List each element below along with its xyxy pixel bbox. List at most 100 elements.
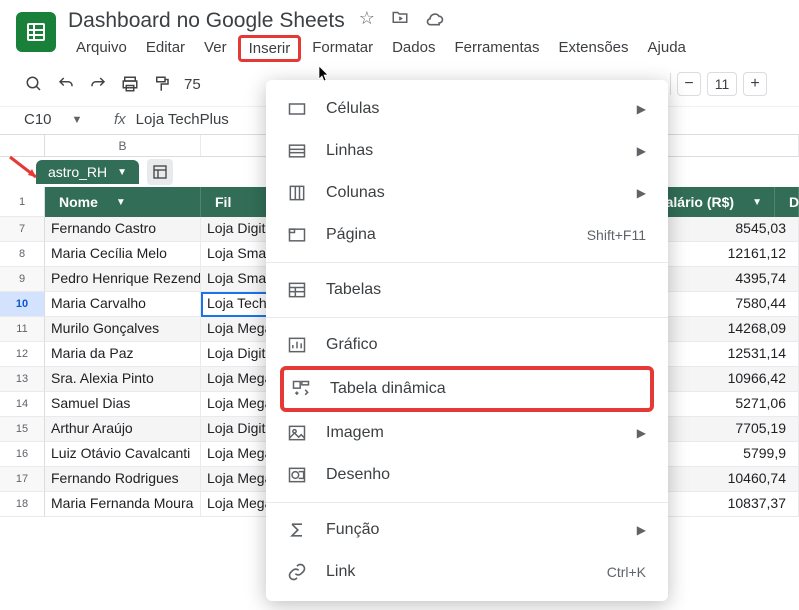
cell-nome[interactable]: Fernando Castro: [45, 217, 201, 242]
cell-nome[interactable]: Samuel Dias: [45, 392, 201, 417]
undo-icon[interactable]: [56, 74, 76, 94]
cell-filial[interactable]: Loja Smart: [201, 267, 269, 292]
cell-nome[interactable]: Maria Fernanda Moura: [45, 492, 201, 517]
submenu-arrow-icon: ▶: [637, 523, 646, 537]
font-size-value[interactable]: 11: [707, 72, 737, 96]
cell-filial[interactable]: Loja TechP: [201, 292, 269, 317]
cell-filial[interactable]: Loja Mega: [201, 467, 269, 492]
chart-icon: [286, 334, 308, 356]
search-icon[interactable]: [24, 74, 44, 94]
sheets-logo-icon[interactable]: [16, 12, 56, 52]
paint-format-icon[interactable]: [152, 74, 172, 94]
column-header-data[interactable]: D: [775, 187, 799, 217]
menu-item-rows[interactable]: Linhas▶: [266, 130, 668, 172]
menu-item-drawing[interactable]: Desenho: [266, 454, 668, 496]
font-size-decrease[interactable]: −: [677, 72, 701, 96]
cell-nome[interactable]: Maria da Paz: [45, 342, 201, 367]
font-size-increase[interactable]: +: [743, 72, 767, 96]
table-chip[interactable]: astro_RH ▼: [36, 160, 139, 184]
row-header[interactable]: 18: [0, 492, 45, 517]
menu-item-label: Colunas: [326, 184, 385, 202]
select-all-corner[interactable]: [0, 135, 45, 156]
menu-dados[interactable]: Dados: [384, 35, 443, 62]
menu-item-cols[interactable]: Colunas▶: [266, 172, 668, 214]
column-header-c[interactable]: [201, 135, 269, 156]
cell-nome[interactable]: Maria Carvalho: [45, 292, 201, 317]
chevron-down-icon[interactable]: ▼: [72, 114, 83, 126]
cell-filial[interactable]: Loja Mega: [201, 442, 269, 467]
cells-icon: [286, 98, 308, 120]
menu-ver[interactable]: Ver: [196, 35, 235, 62]
menu-editar[interactable]: Editar: [138, 35, 193, 62]
row-header[interactable]: 11: [0, 317, 45, 342]
menu-item-label: Linhas: [326, 142, 373, 160]
cols-icon: [286, 182, 308, 204]
menu-item-pivot[interactable]: Tabela dinâmica: [280, 366, 654, 412]
menu-item-table[interactable]: Tabelas: [266, 269, 668, 311]
column-header-b[interactable]: B: [45, 135, 201, 156]
cell-filial[interactable]: Loja Mega: [201, 317, 269, 342]
cell-filial[interactable]: Loja Digita: [201, 342, 269, 367]
row-header[interactable]: 9: [0, 267, 45, 292]
cell-filial[interactable]: Loja Mega: [201, 392, 269, 417]
redo-icon[interactable]: [88, 74, 108, 94]
menu-item-cells[interactable]: Células▶: [266, 88, 668, 130]
row-header[interactable]: 8: [0, 242, 45, 267]
row-header[interactable]: 16: [0, 442, 45, 467]
cell-nome[interactable]: Fernando Rodrigues: [45, 467, 201, 492]
row-header[interactable]: 12: [0, 342, 45, 367]
menu-item-image[interactable]: Imagem▶: [266, 412, 668, 454]
menu-item-sigma[interactable]: Função▶: [266, 509, 668, 551]
move-folder-icon[interactable]: [391, 8, 409, 33]
menu-item-link[interactable]: LinkCtrl+K: [266, 551, 668, 593]
cell-filial[interactable]: Loja Digita: [201, 217, 269, 242]
menu-arquivo[interactable]: Arquivo: [68, 35, 135, 62]
image-icon: [286, 422, 308, 444]
print-icon[interactable]: [120, 74, 140, 94]
menu-extensões[interactable]: Extensões: [550, 35, 636, 62]
zoom-value[interactable]: 75: [184, 76, 201, 93]
fx-icon: fx: [114, 111, 126, 128]
cell-nome[interactable]: Arthur Araújo: [45, 417, 201, 442]
menu-item-label: Tabelas: [326, 281, 381, 299]
formula-bar-value[interactable]: Loja TechPlus: [136, 111, 229, 128]
row-header[interactable]: 15: [0, 417, 45, 442]
menu-inserir[interactable]: Inserir: [238, 35, 302, 62]
menu-item-page[interactable]: PáginaShift+F11: [266, 214, 668, 256]
cell-filial[interactable]: Loja Digita: [201, 417, 269, 442]
menu-ferramentas[interactable]: Ferramentas: [446, 35, 547, 62]
menu-formatar[interactable]: Formatar: [304, 35, 381, 62]
cell-nome[interactable]: Maria Cecília Melo: [45, 242, 201, 267]
menu-ajuda[interactable]: Ajuda: [640, 35, 694, 62]
chevron-down-icon[interactable]: ▼: [116, 197, 126, 208]
chevron-down-icon[interactable]: ▼: [752, 197, 762, 208]
cell-nome[interactable]: Murilo Gonçalves: [45, 317, 201, 342]
row-header[interactable]: 17: [0, 467, 45, 492]
cell-nome[interactable]: Pedro Henrique Rezende: [45, 267, 201, 292]
row-header[interactable]: 10: [0, 292, 45, 317]
table-icon: [286, 279, 308, 301]
cell-filial[interactable]: Loja Smart: [201, 242, 269, 267]
page-icon: [286, 224, 308, 246]
cloud-status-icon[interactable]: [425, 8, 445, 33]
column-header-nome[interactable]: Nome▼: [45, 187, 201, 217]
shortcut-label: Shift+F11: [587, 227, 646, 243]
cell-nome[interactable]: Sra. Alexia Pinto: [45, 367, 201, 392]
column-header-filial[interactable]: Fil: [201, 187, 269, 217]
row-header[interactable]: 1: [0, 187, 45, 217]
sigma-icon: [286, 519, 308, 541]
star-icon[interactable]: ☆: [359, 8, 375, 33]
table-view-icon[interactable]: [147, 159, 173, 185]
rows-icon: [286, 140, 308, 162]
chevron-down-icon[interactable]: ▼: [117, 167, 127, 178]
menu-item-label: Imagem: [326, 424, 384, 442]
cell-filial[interactable]: Loja Mega: [201, 492, 269, 517]
row-header[interactable]: 7: [0, 217, 45, 242]
menu-item-chart[interactable]: Gráfico: [266, 324, 668, 366]
cell-reference[interactable]: C10▼: [24, 111, 104, 128]
cell-nome[interactable]: Luiz Otávio Cavalcanti: [45, 442, 201, 467]
row-header[interactable]: 13: [0, 367, 45, 392]
cell-filial[interactable]: Loja Mega: [201, 367, 269, 392]
document-title[interactable]: Dashboard no Google Sheets: [68, 9, 345, 33]
row-header[interactable]: 14: [0, 392, 45, 417]
